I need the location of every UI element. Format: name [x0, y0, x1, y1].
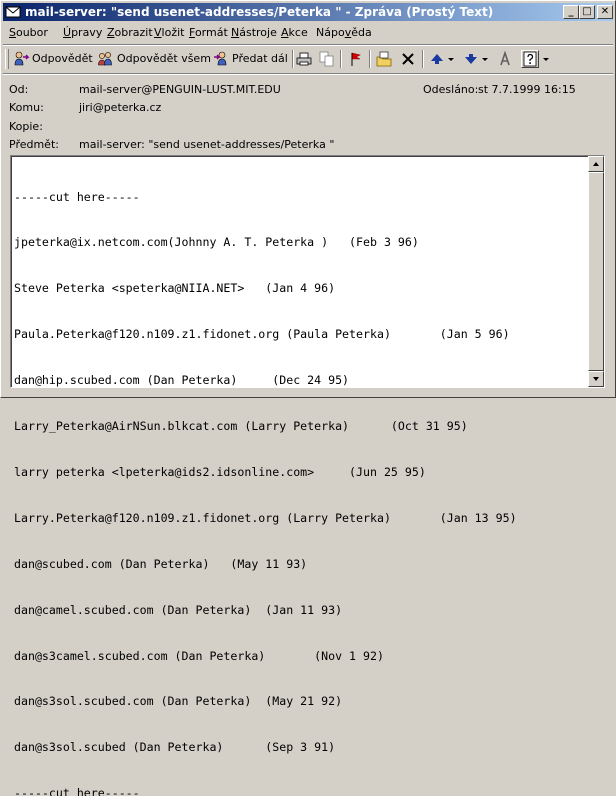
message-body-text[interactable]: -----cut here----- jpeterka@ix.netcom.co…: [14, 159, 584, 796]
body-line: dan@scubed.com (Dan Peterka) (May 11 93): [14, 556, 308, 571]
forward-button[interactable]: Předat dál: [213, 49, 289, 69]
toolbar-separator-line: [3, 73, 613, 75]
body-line: Paula.Peterka@f120.n109.z1.fidonet.org (…: [14, 327, 510, 342]
move-to-folder-icon[interactable]: [376, 51, 392, 67]
toolbar-separator: [292, 50, 294, 68]
body-line: -----cut here-----: [14, 189, 140, 204]
maximize-button[interactable]: □: [579, 5, 595, 19]
help-icon[interactable]: [521, 50, 539, 68]
toolbar-grip[interactable]: [5, 49, 9, 69]
forward-label: Předat dál: [232, 52, 288, 65]
to-value[interactable]: jiri@peterka.cz: [79, 101, 161, 114]
body-line: Larry.Peterka@f120.n109.z1.fidonet.org (…: [14, 510, 517, 525]
body-line: Larry_Peterka@AirNSun.blkcat.com (Larry …: [14, 419, 468, 434]
sent-value: st 7.7.1999 16:15: [478, 83, 576, 96]
envelope-icon: [5, 4, 21, 20]
scroll-up-icon: [593, 162, 599, 166]
menu-format[interactable]: Formát: [189, 26, 228, 39]
toolbar-separator: [422, 50, 424, 68]
close-button[interactable]: ✕: [597, 5, 613, 19]
title-bar[interactable]: mail-server: "send usenet-addresses/Pete…: [3, 3, 613, 21]
sent-label: Odesláno:: [423, 83, 479, 96]
cc-label: Kopie:: [9, 120, 43, 133]
previous-dropdown-icon[interactable]: [448, 58, 454, 61]
close-icon: ✕: [600, 6, 610, 17]
scroll-thumb[interactable]: [588, 172, 604, 371]
subject-label: Předmět:: [9, 138, 59, 151]
vertical-scrollbar[interactable]: [588, 156, 604, 387]
from-value[interactable]: mail-server@PENGUIN-LUST.MIT.EDU: [79, 83, 281, 96]
delete-icon[interactable]: [400, 51, 416, 67]
reply-label: Odpovědět: [32, 52, 93, 65]
scroll-down-button[interactable]: [588, 371, 604, 387]
reply-all-button[interactable]: Odpovědět všem: [98, 49, 211, 69]
body-line: dan@hip.scubed.com (Dan Peterka) (Dec 24…: [14, 373, 350, 388]
copy-icon[interactable]: [319, 51, 335, 67]
flag-icon[interactable]: [347, 51, 363, 67]
body-line: jpeterka@ix.netcom.com(Johnny A. T. Pete…: [14, 235, 419, 250]
menu-vlozit[interactable]: Vložit: [154, 26, 184, 39]
next-dropdown-icon[interactable]: [482, 58, 488, 61]
window-title: mail-server: "send usenet-addresses/Pete…: [25, 5, 494, 19]
body-line: dan@s3camel.scubed.com (Dan Peterka) (No…: [14, 648, 384, 663]
body-line: Steve Peterka <speterka@NIIA.NET> (Jan 4…: [14, 281, 336, 296]
menu-napoveda[interactable]: Nápověda: [316, 26, 372, 39]
menu-bar: Soubor Úpravy Zobrazit Vložit Formát Nás…: [3, 23, 613, 43]
reply-all-icon: [98, 52, 112, 66]
toolbar-separator: [340, 50, 342, 68]
menu-zobrazit[interactable]: Zobrazit: [107, 26, 153, 39]
subject-value[interactable]: mail-server: "send usenet-addresses/Pete…: [79, 138, 334, 151]
address-book-icon[interactable]: [497, 50, 513, 67]
scroll-down-icon: [593, 377, 599, 381]
menu-soubor[interactable]: Soubor: [9, 26, 48, 39]
to-label: Komu:: [9, 101, 44, 114]
maximize-icon: □: [582, 6, 592, 17]
message-window: mail-server: "send usenet-addresses/Pete…: [0, 0, 616, 796]
menu-nastroje[interactable]: Nástroje: [231, 26, 277, 39]
previous-item-icon[interactable]: [429, 51, 445, 67]
minimize-button[interactable]: _: [563, 5, 579, 19]
help-dropdown-icon[interactable]: [543, 58, 549, 61]
next-item-icon[interactable]: [463, 51, 479, 67]
body-line: dan@s3sol.scubed.com (Dan Peterka) (May …: [14, 694, 343, 709]
toolbar-separator: [369, 50, 371, 68]
reply-icon: [14, 51, 30, 66]
body-line: larry peterka <lpeterka@ids2.idsonline.c…: [14, 464, 426, 479]
body-line: dan@camel.scubed.com (Dan Peterka) (Jan …: [14, 602, 343, 617]
body-line: dan@s3sol.scubed (Dan Peterka) (Sep 3 91…: [14, 740, 336, 755]
menu-akce[interactable]: Akce: [281, 26, 308, 39]
print-icon[interactable]: [296, 51, 312, 67]
scroll-up-button[interactable]: [588, 156, 604, 172]
message-body[interactable]: -----cut here----- jpeterka@ix.netcom.co…: [10, 155, 605, 796]
from-label: Od:: [9, 83, 29, 96]
reply-button[interactable]: Odpovědět: [13, 49, 93, 69]
toolbar: Odpovědět Odpovědět všem Předat dál: [3, 46, 613, 72]
minimize-icon: _: [568, 6, 574, 17]
forward-icon: [214, 51, 227, 66]
body-line: -----cut here-----: [14, 786, 140, 796]
reply-all-label: Odpovědět všem: [117, 52, 211, 65]
message-header: Od: mail-server@PENGUIN-LUST.MIT.EDU Ode…: [3, 77, 613, 151]
menu-upravy[interactable]: Úpravy: [63, 26, 102, 39]
